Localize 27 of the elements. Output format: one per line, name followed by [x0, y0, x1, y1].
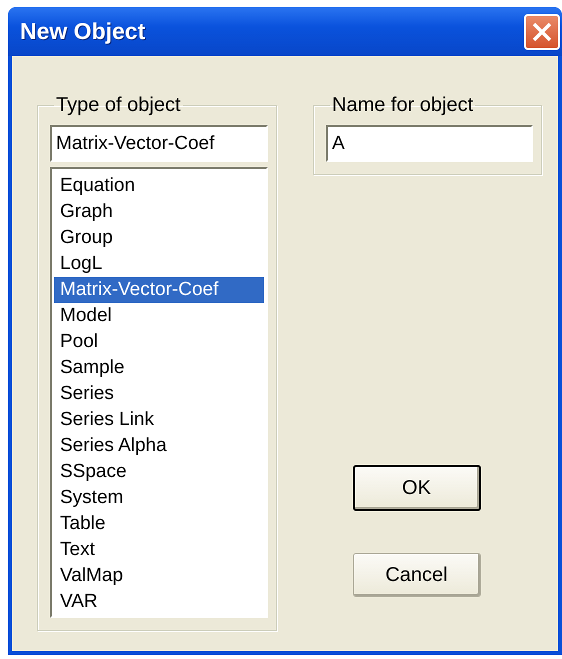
cancel-button[interactable]: Cancel: [352, 553, 480, 597]
list-item[interactable]: VAR: [54, 589, 264, 615]
list-item[interactable]: Group: [54, 225, 264, 251]
window-title: New Object: [20, 18, 146, 45]
list-item[interactable]: Series: [54, 381, 264, 407]
list-item[interactable]: LogL: [54, 251, 264, 277]
list-item[interactable]: Model: [54, 303, 264, 329]
list-item[interactable]: Series Link: [54, 407, 264, 433]
list-item[interactable]: Equation: [54, 173, 264, 199]
ok-button[interactable]: OK: [352, 465, 480, 511]
list-item[interactable]: SSpace: [54, 459, 264, 485]
list-item[interactable]: Matrix-Vector-Coef: [54, 277, 264, 303]
list-item[interactable]: Graph: [54, 199, 264, 225]
close-icon: [531, 20, 553, 42]
close-button[interactable]: [524, 14, 560, 50]
list-item[interactable]: Series Alpha: [54, 433, 264, 459]
list-item[interactable]: Pool: [54, 329, 264, 355]
list-item[interactable]: System: [54, 485, 264, 511]
group-label: Name for object: [331, 94, 474, 117]
type-list[interactable]: Equation Graph Group LogL Matrix-Vector-Coef Model Pool Sample Series Series Link Series Alpha SSpace System Table Text ValMap VAR: [50, 167, 268, 618]
list-item[interactable]: Text: [54, 537, 264, 563]
name-field[interactable]: A: [326, 125, 533, 162]
list-item[interactable]: Sample: [54, 355, 264, 381]
list-item[interactable]: Table: [54, 511, 264, 537]
type-field[interactable]: Matrix-Vector-Coef: [50, 125, 268, 162]
list-item[interactable]: ValMap: [54, 563, 264, 589]
group-label: Type of object: [55, 94, 182, 117]
